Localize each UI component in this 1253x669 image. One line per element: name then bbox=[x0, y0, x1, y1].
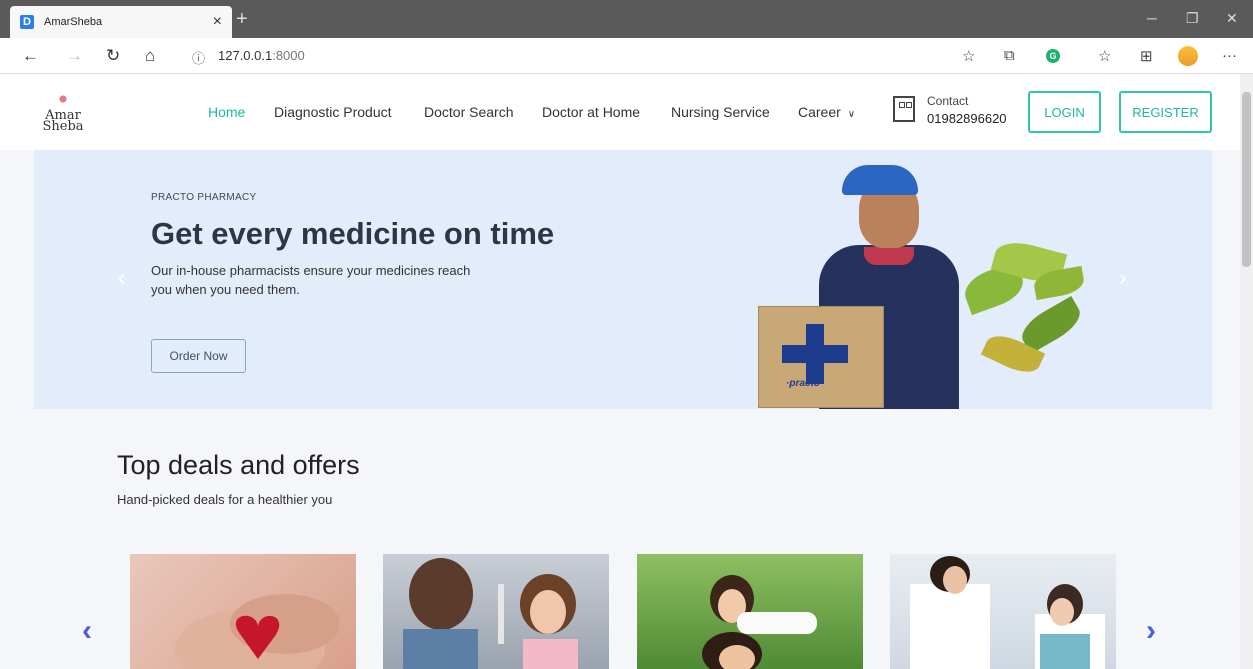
order-now-button[interactable]: Order Now bbox=[151, 339, 246, 373]
nav-home[interactable]: Home bbox=[208, 104, 245, 120]
family-image bbox=[702, 575, 817, 669]
grammarly-icon[interactable]: G bbox=[1046, 49, 1060, 63]
deal-card-doctor-patient[interactable] bbox=[890, 554, 1116, 669]
hero-kicker: PRACTO PHARMACY bbox=[151, 192, 257, 203]
deals-title: Top deals and offers bbox=[117, 450, 360, 480]
favorite-star-icon[interactable]: ☆ bbox=[962, 47, 975, 65]
nav-career[interactable]: Career ∨ bbox=[798, 104, 855, 120]
close-window-icon[interactable]: ✕ bbox=[1226, 10, 1238, 27]
chevron-right-icon[interactable]: › bbox=[1146, 614, 1156, 648]
register-button[interactable]: REGISTER bbox=[1119, 91, 1212, 133]
url-field[interactable]: 127.0.0.1:8000 bbox=[218, 48, 305, 63]
close-tab-icon[interactable]: × bbox=[213, 13, 222, 31]
box-brand: ·practo· bbox=[786, 378, 824, 389]
nav-doctor-at-home[interactable]: Doctor at Home bbox=[542, 104, 640, 120]
translate-icon[interactable]: ⧉ bbox=[1004, 47, 1015, 64]
hero-title: Get every medicine on time bbox=[151, 216, 555, 251]
more-options-icon[interactable]: ··· bbox=[1222, 47, 1237, 64]
profile-avatar-icon[interactable] bbox=[1178, 46, 1198, 66]
nav-nursing-service[interactable]: Nursing Service bbox=[671, 104, 770, 120]
info-icon[interactable]: ⓘ bbox=[192, 48, 205, 67]
forward-icon[interactable]: → bbox=[66, 46, 83, 66]
new-tab-icon[interactable]: + bbox=[236, 8, 248, 31]
logo-line2: Sheba bbox=[42, 119, 84, 134]
collections-icon[interactable]: ⊞ bbox=[1140, 47, 1153, 65]
deals-subtitle: Hand-picked deals for a healthier you bbox=[117, 492, 333, 507]
contact-phone[interactable]: 01982896620 bbox=[927, 111, 1027, 126]
logo-mark-icon bbox=[58, 92, 68, 106]
nav-diagnostic-product[interactable]: Diagnostic Product bbox=[274, 104, 392, 120]
tab-favicon-icon: D bbox=[20, 15, 34, 29]
medical-cross-icon bbox=[782, 345, 848, 363]
hero-banner: PRACTO PHARMACY Get every medicine on ti… bbox=[34, 150, 1212, 409]
tab-title: AmarSheba bbox=[44, 16, 103, 28]
restore-icon[interactable]: ❐ bbox=[1186, 10, 1199, 27]
back-icon[interactable]: ← bbox=[22, 46, 39, 66]
address-bar: ← → ↻ ⌂ ⓘ 127.0.0.1:8000 ☆ ⧉ G ☆ ⊞ ··· bbox=[0, 38, 1253, 74]
deal-card-doctor-child[interactable] bbox=[383, 554, 609, 669]
nav-career-label: Career bbox=[798, 104, 841, 120]
site-header: Amar Sheba Home Diagnostic Product Docto… bbox=[0, 74, 1240, 150]
url-host: 127.0.0.1 bbox=[218, 48, 273, 63]
scrollbar-thumb[interactable] bbox=[1242, 92, 1251, 267]
login-button[interactable]: LOGIN bbox=[1028, 91, 1101, 133]
url-port: :8000 bbox=[272, 48, 305, 63]
favorites-list-icon[interactable]: ☆ bbox=[1098, 47, 1111, 65]
heart-hands-image bbox=[175, 594, 340, 669]
browser-tab[interactable]: D AmarSheba × bbox=[10, 6, 232, 38]
chevron-down-icon: ∨ bbox=[847, 109, 856, 120]
hero-prev-icon[interactable]: ‹ bbox=[118, 265, 125, 291]
page-scrollbar[interactable] bbox=[1240, 74, 1253, 669]
building-icon bbox=[893, 96, 915, 122]
home-icon[interactable]: ⌂ bbox=[145, 46, 155, 66]
deal-card-family[interactable] bbox=[637, 554, 863, 669]
person-collar bbox=[864, 247, 914, 265]
doctor-patient-image bbox=[910, 556, 1105, 669]
contact-label: Contact bbox=[927, 94, 969, 108]
nav-doctor-search[interactable]: Doctor Search bbox=[424, 104, 513, 120]
hero-next-icon[interactable]: › bbox=[1119, 265, 1126, 291]
doctor-child-image bbox=[403, 558, 578, 669]
deal-card-heart[interactable] bbox=[130, 554, 356, 669]
hero-subtitle: Our in-house pharmacists ensure your med… bbox=[151, 263, 471, 297]
refresh-icon[interactable]: ↻ bbox=[106, 46, 120, 66]
minimize-icon[interactable]: ─ bbox=[1147, 10, 1157, 26]
person-cap bbox=[842, 165, 918, 195]
site-logo[interactable]: Amar Sheba bbox=[38, 92, 88, 134]
chevron-left-icon[interactable]: ‹ bbox=[82, 614, 92, 648]
browser-tabbar: D AmarSheba × + ─ ❐ ✕ bbox=[0, 0, 1253, 38]
